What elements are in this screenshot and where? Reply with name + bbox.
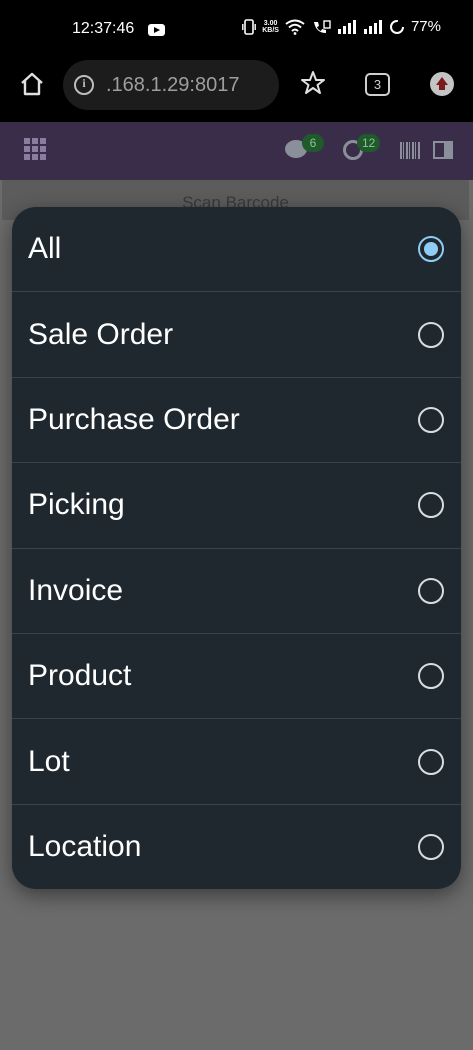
update-icon[interactable] — [430, 72, 454, 96]
filter-type-dialog: All Sale Order Purchase Order Picking In… — [12, 207, 461, 889]
star-icon[interactable] — [300, 70, 326, 96]
option-invoice[interactable]: Invoice — [12, 549, 461, 634]
option-label: Purchase Order — [28, 402, 240, 436]
split-view-icon[interactable] — [433, 141, 453, 159]
browser-toolbar: .168.1.29:8017 3 — [0, 60, 473, 122]
option-picking[interactable]: Picking — [12, 463, 461, 549]
wifi-icon — [285, 19, 305, 35]
radio-icon[interactable] — [418, 406, 444, 433]
tabs-icon[interactable]: 3 — [365, 73, 390, 96]
option-location[interactable]: Location — [12, 805, 461, 889]
signal-sim1-icon — [337, 19, 356, 34]
status-bar: 12:37:46 3.00 KB/S 77% — [0, 0, 473, 60]
status-time: 12:37:46 — [72, 20, 135, 37]
radio-icon[interactable] — [418, 748, 444, 775]
option-lot[interactable]: Lot — [12, 719, 461, 805]
option-product[interactable]: Product — [12, 634, 461, 720]
signal-sim2-icon — [363, 19, 382, 34]
app-navbar: 6 12 — [0, 122, 473, 180]
option-label: All — [28, 232, 62, 266]
radio-icon[interactable] — [418, 577, 444, 604]
option-all[interactable]: All — [12, 207, 461, 293]
radio-icon[interactable] — [418, 834, 444, 861]
option-label: Location — [28, 830, 142, 864]
status-icons: 3.00 KB/S 77% — [242, 18, 441, 35]
youtube-notification-icon — [148, 24, 165, 36]
option-label: Invoice — [28, 573, 124, 607]
battery-icon — [389, 19, 404, 34]
apps-grid-icon[interactable] — [24, 138, 46, 160]
info-icon[interactable] — [74, 75, 94, 95]
network-speed-unit: KB/S — [262, 26, 279, 34]
home-icon[interactable] — [18, 70, 46, 98]
radio-icon[interactable] — [418, 492, 444, 519]
url-text: .168.1.29:8017 — [106, 73, 240, 96]
option-sale-order[interactable]: Sale Order — [12, 292, 461, 378]
option-label: Picking — [28, 488, 125, 522]
radio-icon[interactable] — [418, 663, 444, 690]
tab-count: 3 — [373, 77, 382, 92]
address-bar[interactable]: .168.1.29:8017 — [63, 60, 279, 110]
network-speed-value: 3.00 — [263, 19, 278, 27]
radio-icon[interactable] — [418, 321, 444, 348]
option-label: Sale Order — [28, 317, 174, 351]
option-label: Product — [28, 659, 132, 693]
network-speed: 3.00 KB/S — [262, 20, 279, 34]
radio-checked-icon[interactable] — [418, 236, 444, 263]
volte-icon — [313, 19, 331, 33]
option-purchase-order[interactable]: Purchase Order — [12, 378, 461, 464]
activities-badge: 12 — [357, 134, 381, 152]
option-label: Lot — [28, 744, 70, 778]
barcode-icon[interactable] — [400, 142, 420, 159]
vibrate-icon — [242, 18, 257, 35]
messages-badge: 6 — [302, 134, 324, 152]
battery-percentage: 77% — [410, 18, 441, 35]
